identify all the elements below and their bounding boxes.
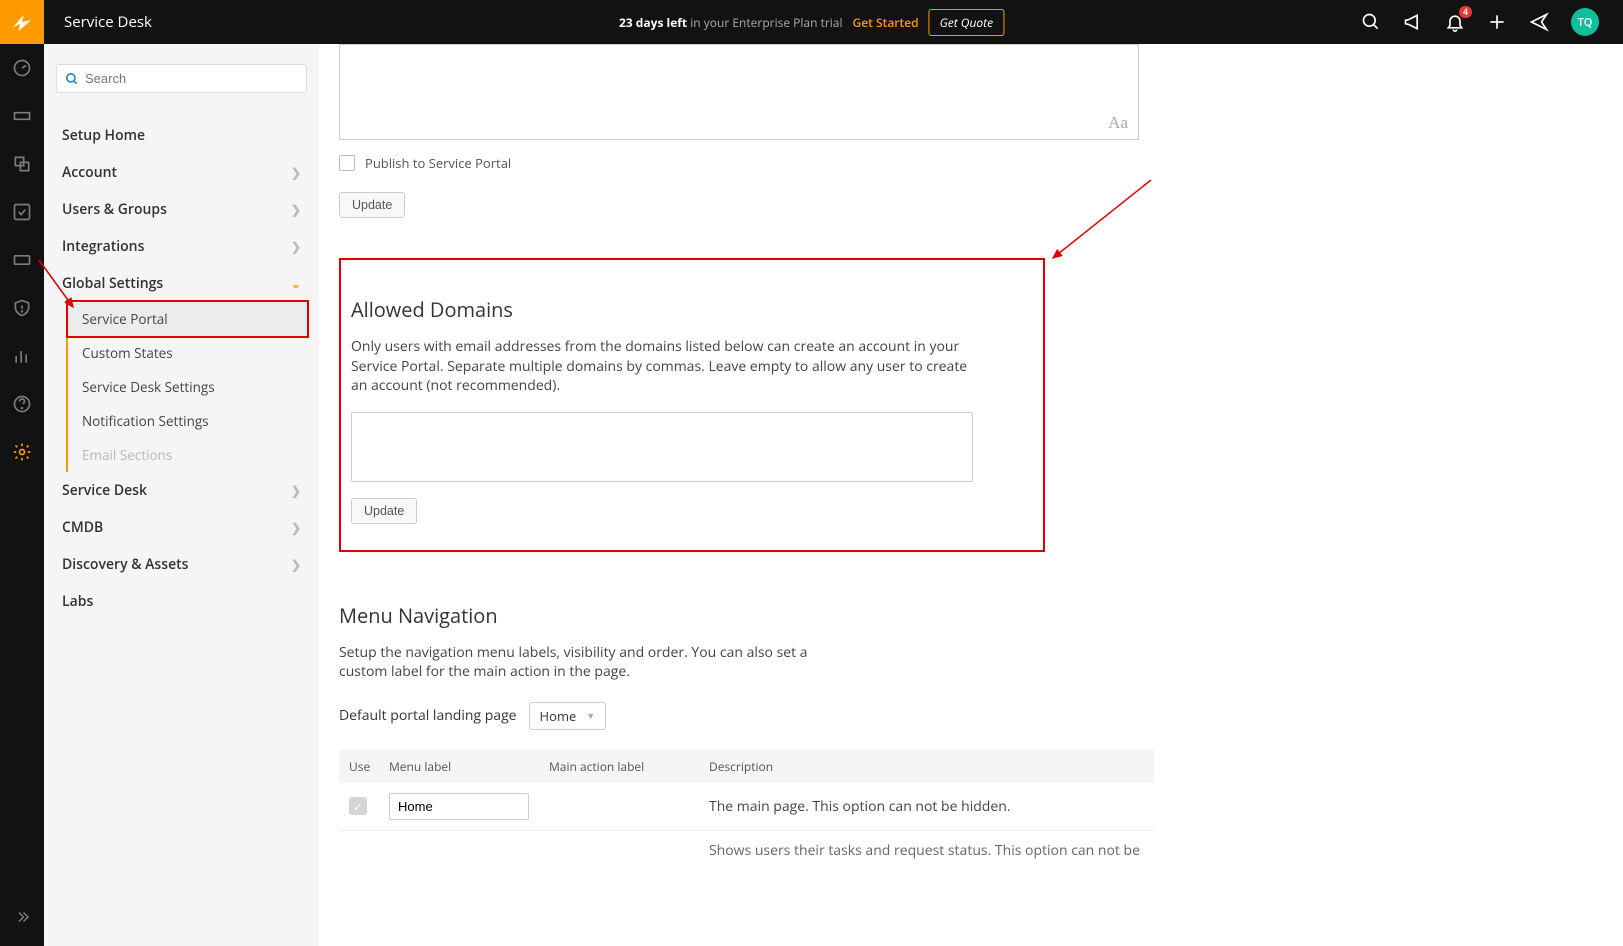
rich-text-editor[interactable]: Aa: [339, 44, 1139, 140]
publish-label: Publish to Service Portal: [365, 154, 511, 172]
sub-notification-settings[interactable]: Notification Settings: [68, 404, 307, 438]
nav-label: Labs: [62, 592, 93, 611]
publish-checkbox[interactable]: [339, 155, 355, 171]
th-main-action: Main action label: [549, 758, 709, 775]
chevron-right-icon: ❯: [291, 238, 301, 255]
chevron-right-icon: ❯: [291, 164, 301, 181]
sub-custom-states[interactable]: Custom States: [68, 336, 307, 370]
update-domains-button[interactable]: Update: [351, 498, 417, 524]
settings-icon[interactable]: [12, 442, 32, 462]
menu-label-input[interactable]: [389, 793, 529, 820]
menu-table: Use Menu label Main action label Descrip…: [339, 750, 1154, 870]
send-icon[interactable]: [1529, 12, 1549, 32]
nav-service-desk[interactable]: Service Desk ❯: [56, 472, 307, 509]
help-icon[interactable]: [12, 394, 32, 414]
nav-label: Service Desk: [62, 481, 147, 500]
row-description: The main page. This option can not be hi…: [709, 797, 1144, 816]
nav-label: CMDB: [62, 518, 103, 537]
chart-icon[interactable]: [12, 346, 32, 366]
assets-icon[interactable]: [12, 154, 32, 174]
trial-days: 23 days left: [619, 14, 687, 31]
sidebar-search[interactable]: [56, 64, 307, 93]
th-description: Description: [709, 758, 1144, 775]
chevron-down-icon: ▼: [586, 709, 595, 722]
dashboard-icon[interactable]: [12, 58, 32, 78]
global-settings-sublist: Service Portal Custom States Service Des…: [66, 302, 307, 472]
chevron-right-icon: ❯: [291, 201, 301, 218]
nav-label: Discovery & Assets: [62, 555, 189, 574]
landing-page-row: Default portal landing page Home ▼: [339, 702, 1139, 730]
nav-label: Global Settings: [62, 274, 163, 293]
text-format-icon[interactable]: Aa: [1108, 113, 1128, 133]
trial-rest: in your Enterprise Plan trial: [687, 14, 842, 31]
get-quote-button[interactable]: Get Quote: [929, 9, 1004, 36]
notification-badge: 4: [1459, 6, 1472, 18]
nav-account[interactable]: Account ❯: [56, 154, 307, 191]
nav-label: Account: [62, 163, 117, 182]
landing-page-label: Default portal landing page: [339, 706, 517, 725]
allowed-domains-section: Allowed Domains Only users with email ad…: [339, 258, 1045, 552]
sub-service-portal[interactable]: Service Portal: [68, 302, 307, 336]
nav-users-groups[interactable]: Users & Groups ❯: [56, 191, 307, 228]
search-icon[interactable]: [1361, 12, 1381, 32]
chevron-right-icon: ❯: [291, 556, 301, 573]
th-menu-label: Menu label: [389, 758, 549, 775]
trial-banner: 23 days left in your Enterprise Plan tri…: [619, 9, 1004, 36]
card-icon[interactable]: [12, 250, 32, 270]
check-icon[interactable]: [12, 202, 32, 222]
menu-navigation-section: Menu Navigation Setup the navigation men…: [339, 602, 1139, 870]
expand-rail-icon[interactable]: [13, 908, 31, 926]
ticket-icon[interactable]: [12, 106, 32, 126]
search-icon: [65, 72, 79, 86]
nav-integrations[interactable]: Integrations ❯: [56, 228, 307, 265]
nav-labs[interactable]: Labs: [56, 583, 307, 620]
table-header: Use Menu label Main action label Descrip…: [339, 750, 1154, 783]
publish-checkbox-row: Publish to Service Portal: [339, 154, 1139, 172]
sub-email-sections[interactable]: Email Sections: [68, 438, 307, 472]
chevron-right-icon: ❯: [291, 482, 301, 499]
nav-label: Setup Home: [62, 126, 145, 145]
landing-page-select[interactable]: Home ▼: [529, 702, 607, 730]
bell-icon[interactable]: 4: [1445, 12, 1465, 32]
allowed-domains-title: Allowed Domains: [351, 296, 1033, 323]
landing-page-value: Home: [540, 707, 577, 725]
allowed-domains-input[interactable]: [351, 412, 973, 482]
app-title: Service Desk: [64, 12, 152, 32]
nav-setup-home[interactable]: Setup Home: [56, 117, 307, 154]
sub-service-desk-settings[interactable]: Service Desk Settings: [68, 370, 307, 404]
shield-icon[interactable]: [12, 298, 32, 318]
chevron-right-icon: ❯: [291, 519, 301, 536]
top-bar: Service Desk 23 days left in your Enterp…: [0, 0, 1623, 44]
row-use-checkbox[interactable]: ✓: [349, 797, 367, 815]
settings-sidebar: Setup Home Account ❯ Users & Groups ❯ Inte…: [44, 44, 319, 946]
plus-icon[interactable]: [1487, 12, 1507, 32]
menu-nav-title: Menu Navigation: [339, 602, 1139, 629]
update-button[interactable]: Update: [339, 192, 405, 218]
user-avatar[interactable]: TQ: [1571, 8, 1599, 36]
get-started-link[interactable]: Get Started: [852, 14, 918, 31]
nav-label: Integrations: [62, 237, 144, 256]
chevron-down-icon: ⌄: [291, 275, 301, 292]
app-logo[interactable]: [0, 0, 44, 44]
row-description: Shows users their tasks and request stat…: [709, 841, 1144, 860]
topbar-actions: 4 TQ: [1361, 8, 1623, 36]
main-content: Aa Publish to Service Portal Update Allo…: [319, 44, 1159, 910]
nav-global-settings[interactable]: Global Settings ⌄: [56, 265, 307, 302]
menu-nav-description: Setup the navigation menu labels, visibi…: [339, 643, 839, 682]
th-use: Use: [349, 758, 389, 775]
nav-cmdb[interactable]: CMDB ❯: [56, 509, 307, 546]
search-input[interactable]: [85, 71, 298, 86]
annotation-arrow-box: [1041, 180, 1161, 280]
table-row: Shows users their tasks and request stat…: [339, 831, 1154, 870]
nav-discovery-assets[interactable]: Discovery & Assets ❯: [56, 546, 307, 583]
table-row: ✓ The main page. This option can not be …: [339, 783, 1154, 831]
nav-label: Users & Groups: [62, 200, 167, 219]
allowed-domains-description: Only users with email addresses from the…: [351, 337, 971, 396]
nav-rail: [0, 44, 44, 946]
megaphone-icon[interactable]: [1403, 12, 1423, 32]
